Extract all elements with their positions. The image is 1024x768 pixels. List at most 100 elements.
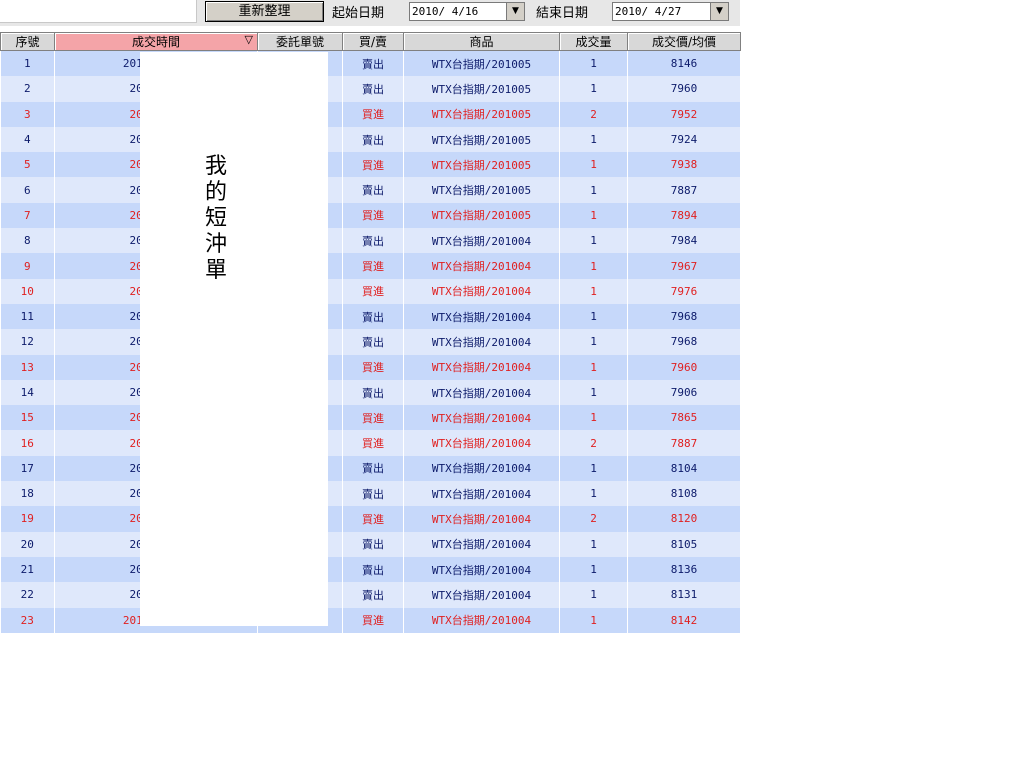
cell-qty: 1 (559, 481, 628, 507)
cell-price: 7960 (627, 354, 741, 380)
cell-no: 1 (0, 50, 55, 77)
table-row[interactable]: 222010/04/賣出WTX台指期/20100418131 (0, 582, 741, 608)
col-header-side[interactable]: 買/賣 (342, 32, 404, 51)
cell-no: 19 (0, 506, 55, 532)
redaction-overlay-top (165, 52, 191, 72)
table-row[interactable]: 132010/04/買進WTX台指期/20100417960 (0, 354, 741, 380)
col-header-qty[interactable]: 成交量 (559, 32, 628, 51)
table-row[interactable]: 202010/04/賣出WTX台指期/20100418105 (0, 531, 741, 557)
end-date-label: 結束日期 (536, 6, 589, 21)
cell-side: 賣出 (342, 50, 404, 77)
start-date-select[interactable]: 2010/ 4/16 ▼ (409, 2, 525, 21)
table-row[interactable]: 212010/04/賣出WTX台指期/20100418136 (0, 556, 741, 583)
cell-qty: 2 (559, 506, 628, 532)
cell-qty: 1 (559, 379, 628, 406)
cell-side: 買進 (342, 253, 404, 279)
cell-product: WTX台指期/201004 (403, 455, 560, 482)
table-row[interactable]: 102010/04/買進WTX台指期/20100417976 (0, 278, 741, 304)
col-header-price[interactable]: 成交價/均價 (627, 32, 741, 51)
table-row[interactable]: 192010/04/買進WTX台指期/20100428120 (0, 506, 741, 532)
cell-product: WTX台指期/201005 (403, 202, 560, 229)
cell-product: WTX台指期/201004 (403, 556, 560, 583)
table-row[interactable]: 82010/04/賣出WTX台指期/20100417984 (0, 228, 741, 254)
table-row[interactable]: 32010/04/買進WTX台指期/20100527952 (0, 101, 741, 127)
cell-price: 8120 (627, 506, 741, 532)
cell-qty: 1 (559, 556, 628, 583)
col-header-time-label: 成交時間 (131, 35, 180, 49)
cell-qty: 1 (559, 228, 628, 254)
table-row[interactable]: 52010/04/買進WTX台指期/20100517938 (0, 152, 741, 178)
table-row[interactable]: 42010/04/賣出WTX台指期/20100517924 (0, 126, 741, 153)
chevron-down-icon[interactable]: ▼ (506, 3, 524, 20)
table-row[interactable]: 72010/04/買進WTX台指期/20100517894 (0, 202, 741, 229)
col-header-product[interactable]: 商品 (403, 32, 560, 51)
table-row[interactable]: 172010/04/賣出WTX台指期/20100418104 (0, 455, 741, 482)
col-header-order-id[interactable]: 委託單號 (257, 32, 343, 51)
cell-product: WTX台指期/201005 (403, 152, 560, 178)
cell-price: 8104 (627, 455, 741, 482)
cell-no: 22 (0, 582, 55, 608)
cell-price: 7906 (627, 379, 741, 406)
cell-qty: 1 (559, 303, 628, 330)
table-row[interactable]: 112010/04/賣出WTX台指期/20100417968 (0, 303, 741, 330)
cell-price: 7976 (627, 278, 741, 304)
cell-qty: 1 (559, 177, 628, 203)
filter-input[interactable] (0, 0, 197, 23)
table-row[interactable]: 22010/04/賣出WTX台指期/20100517960 (0, 76, 741, 102)
trade-table: 序號 成交時間 ▽ 委託單號 買/賣 商品 成交量 成交價/均價 12010/0… (0, 32, 741, 633)
cell-price: 8146 (627, 50, 741, 77)
cell-side: 賣出 (342, 126, 404, 153)
cell-side: 賣出 (342, 177, 404, 203)
table-row[interactable]: 232010/04/16買進WTX台指期/20100418142 (0, 607, 741, 633)
cell-qty: 1 (559, 253, 628, 279)
cell-no: 8 (0, 228, 55, 254)
col-header-time[interactable]: 成交時間 ▽ (54, 32, 258, 51)
cell-no: 9 (0, 253, 55, 279)
cell-price: 8142 (627, 607, 741, 633)
cell-no: 7 (0, 202, 55, 229)
redaction-overlay (140, 52, 328, 626)
chevron-down-icon[interactable]: ▼ (710, 3, 728, 20)
cell-price: 8136 (627, 556, 741, 583)
cell-side: 賣出 (342, 228, 404, 254)
cell-side: 賣出 (342, 582, 404, 608)
cell-product: WTX台指期/201004 (403, 379, 560, 406)
table-row[interactable]: 92010/04/買進WTX台指期/20100417967 (0, 253, 741, 279)
table-header: 序號 成交時間 ▽ 委託單號 買/賣 商品 成交量 成交價/均價 (0, 32, 741, 51)
cell-qty: 1 (559, 607, 628, 633)
col-header-no[interactable]: 序號 (0, 32, 55, 51)
table-row[interactable]: 122010/04/賣出WTX台指期/20100417968 (0, 329, 741, 355)
cell-price: 7968 (627, 329, 741, 355)
cell-qty: 1 (559, 531, 628, 557)
table-row[interactable]: 12010/04/26賣出WTX台指期/20100518146 (0, 50, 741, 77)
note-char: 沖 (204, 232, 227, 257)
cell-product: WTX台指期/201005 (403, 177, 560, 203)
cell-product: WTX台指期/201005 (403, 126, 560, 153)
cell-no: 20 (0, 531, 55, 557)
cell-product: WTX台指期/201004 (403, 329, 560, 355)
cell-product: WTX台指期/201004 (403, 582, 560, 608)
cell-price: 7887 (627, 177, 741, 203)
end-date-select[interactable]: 2010/ 4/27 ▼ (612, 2, 729, 21)
cell-no: 15 (0, 405, 55, 431)
cell-product: WTX台指期/201004 (403, 405, 560, 431)
cell-no: 13 (0, 354, 55, 380)
cell-no: 14 (0, 379, 55, 406)
table-row[interactable]: 62010/04/賣出WTX台指期/20100517887 (0, 177, 741, 203)
table-row[interactable]: 182010/04/賣出WTX台指期/20100418108 (0, 481, 741, 507)
cell-side: 賣出 (342, 379, 404, 406)
cell-side: 買進 (342, 405, 404, 431)
note-char: 短 (204, 206, 227, 231)
refresh-button[interactable]: 重新整理 (205, 1, 324, 22)
cell-product: WTX台指期/201004 (403, 506, 560, 532)
table-row[interactable]: 142010/04/賣出WTX台指期/20100417906 (0, 379, 741, 406)
cell-side: 買進 (342, 101, 404, 127)
table-row[interactable]: 162010/04/買進WTX台指期/20100427887 (0, 430, 741, 456)
table-row[interactable]: 152010/04/買進WTX台指期/20100417865 (0, 405, 741, 431)
cell-product: WTX台指期/201004 (403, 430, 560, 456)
cell-qty: 2 (559, 430, 628, 456)
cell-qty: 1 (559, 405, 628, 431)
cell-side: 賣出 (342, 556, 404, 583)
cell-product: WTX台指期/201004 (403, 481, 560, 507)
cell-qty: 1 (559, 152, 628, 178)
